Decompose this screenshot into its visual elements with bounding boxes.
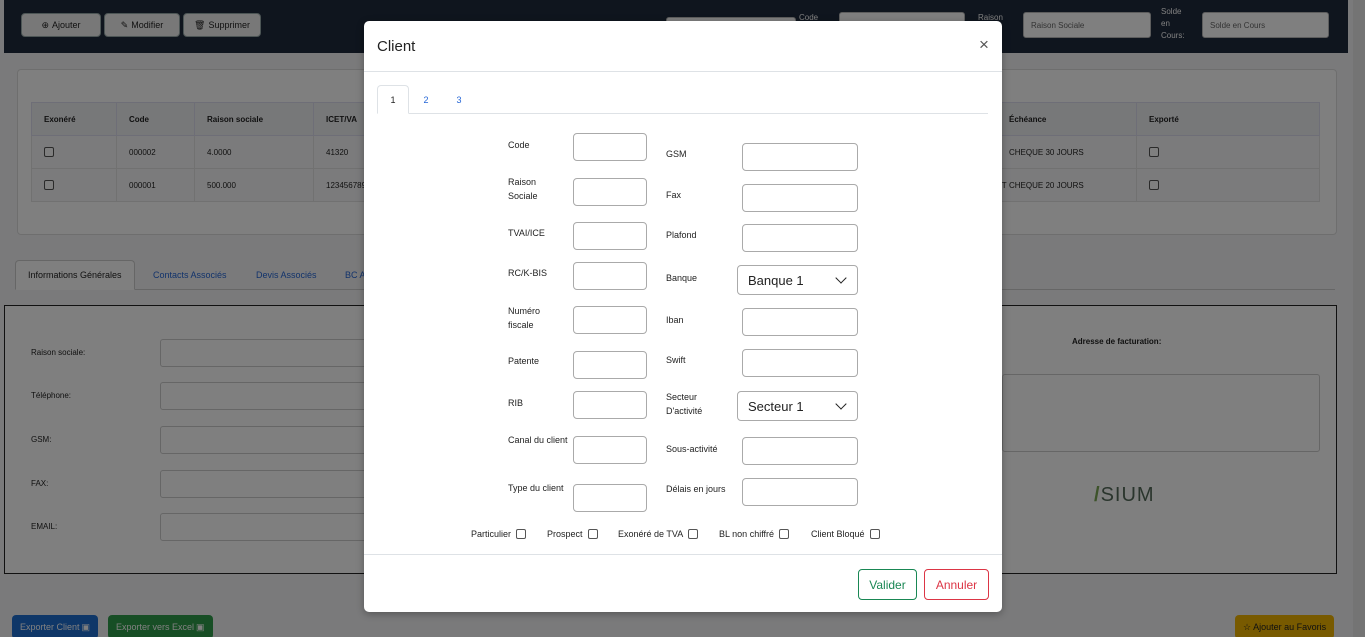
swift-input[interactable] bbox=[742, 349, 858, 377]
secteur-select[interactable]: Secteur 1 bbox=[737, 391, 858, 421]
banque-selected-value: Banque 1 bbox=[748, 272, 804, 288]
client-bloque-option[interactable]: Client Bloqué bbox=[811, 529, 880, 539]
canal-client-input[interactable] bbox=[573, 436, 647, 464]
sous-activite-label: Sous-activité bbox=[666, 444, 718, 454]
fax-input[interactable] bbox=[742, 184, 858, 212]
chevron-down-icon bbox=[835, 272, 847, 284]
plafond-label: Plafond bbox=[666, 230, 697, 240]
banque-select[interactable]: Banque 1 bbox=[737, 265, 858, 295]
iban-label: Iban bbox=[666, 315, 684, 325]
code-input[interactable] bbox=[573, 133, 647, 161]
tab-2[interactable]: 2 bbox=[410, 85, 442, 114]
patente-input[interactable] bbox=[573, 351, 647, 379]
banque-label: Banque bbox=[666, 273, 698, 283]
patente-label: Patente bbox=[508, 356, 540, 366]
gsm-input[interactable] bbox=[742, 143, 858, 171]
type-client-input[interactable] bbox=[573, 484, 647, 512]
secteur-activite-label: Secteur D'activité bbox=[666, 392, 703, 416]
canal-client-label: Canal du client bbox=[508, 435, 568, 445]
particulier-option[interactable]: Particulier bbox=[471, 529, 527, 539]
rc-kbis-input[interactable] bbox=[573, 262, 647, 290]
exonere-tva-label: Exonéré de TVA bbox=[618, 529, 684, 539]
fax-label: Fax bbox=[666, 190, 682, 200]
particulier-label: Particulier bbox=[471, 529, 512, 539]
exonere-tva-checkbox[interactable] bbox=[688, 529, 699, 539]
prospect-label: Prospect bbox=[547, 529, 583, 539]
gsm-label: GSM bbox=[666, 149, 687, 159]
particulier-checkbox[interactable] bbox=[516, 529, 527, 539]
type-client-label: Type du client bbox=[508, 483, 564, 493]
rc-kbis-label: RC/K-BIS bbox=[508, 268, 548, 278]
bl-non-chiffre-label: BL non chiffré bbox=[719, 529, 775, 539]
raison-sociale-label: Raison Sociale bbox=[508, 177, 538, 201]
modal-title: Client bbox=[377, 38, 416, 55]
modal-header: Client × bbox=[364, 21, 1002, 72]
numero-fiscale-input[interactable] bbox=[573, 306, 647, 334]
sous-activite-input[interactable] bbox=[742, 437, 858, 465]
annuler-button[interactable]: Annuler bbox=[924, 569, 989, 600]
delais-jours-input[interactable] bbox=[742, 478, 858, 506]
bl-non-chiffre-checkbox[interactable] bbox=[779, 529, 790, 539]
tvai-ice-label: TVAI/ICE bbox=[508, 228, 545, 238]
prospect-option[interactable]: Prospect bbox=[547, 529, 598, 539]
modal-footer-divider bbox=[364, 554, 1002, 555]
delais-jours-label: Délais en jours bbox=[666, 484, 726, 494]
numero-fiscale-label: Numéro fiscale bbox=[508, 306, 541, 330]
client-bloque-label: Client Bloqué bbox=[811, 529, 865, 539]
plafond-input[interactable] bbox=[742, 224, 858, 252]
prospect-checkbox[interactable] bbox=[587, 529, 598, 539]
modal-tabs: 1 2 3 bbox=[377, 85, 988, 114]
secteur-selected-value: Secteur 1 bbox=[748, 398, 804, 414]
valider-button[interactable]: Valider bbox=[858, 569, 917, 600]
bl-non-chiffre-option[interactable]: BL non chiffré bbox=[719, 529, 790, 539]
close-icon[interactable]: × bbox=[977, 36, 991, 53]
raison-sociale-input[interactable] bbox=[573, 178, 647, 206]
code-label: Code bbox=[508, 140, 530, 150]
swift-label: Swift bbox=[666, 355, 686, 365]
rib-label: RIB bbox=[508, 398, 524, 408]
iban-input[interactable] bbox=[742, 308, 858, 336]
client-modal: Client × 1 2 3 Code Raison Sociale TVAI/… bbox=[364, 21, 1002, 612]
tab-3[interactable]: 3 bbox=[443, 85, 475, 114]
chevron-down-icon bbox=[835, 398, 847, 410]
exonere-tva-option[interactable]: Exonéré de TVA bbox=[618, 529, 699, 539]
tvai-ice-input[interactable] bbox=[573, 222, 647, 250]
client-bloque-checkbox[interactable] bbox=[869, 529, 880, 539]
tab-1[interactable]: 1 bbox=[377, 85, 409, 114]
rib-input[interactable] bbox=[573, 391, 647, 419]
